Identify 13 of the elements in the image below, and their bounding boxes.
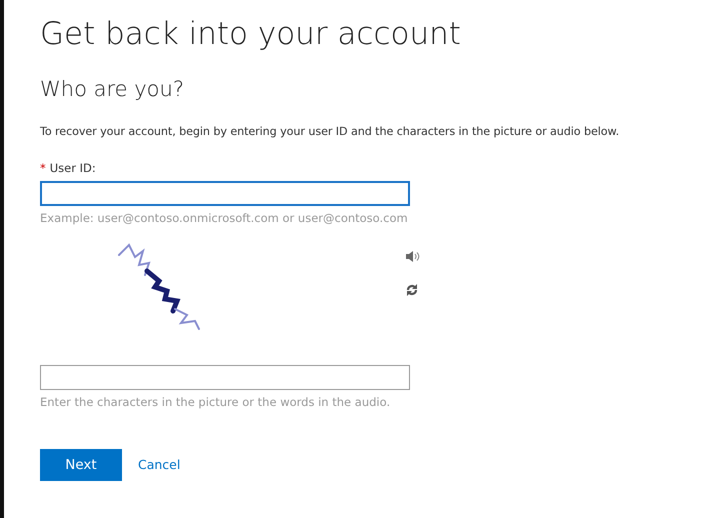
instruction-text: To recover your account, begin by entering your user ID and the characters in the picture or audio below. [40,124,620,140]
required-mark: * [40,161,46,176]
refresh-icon[interactable] [406,284,418,296]
captcha-answer-field[interactable] [40,364,410,390]
cancel-link[interactable]: Cancel [138,456,180,475]
user-id-field[interactable] [40,180,410,206]
field-hint: Enter the characters in the picture or the words in the audio. [40,394,392,411]
field-hint: Example: user@contoso.onmicrosoft.com or user@contoso.com [40,210,409,227]
next-button[interactable]: Next [40,449,122,482]
section-heading: Who are you? [40,76,185,104]
field-label: User ID: [50,161,96,176]
speaker-icon[interactable] [406,250,420,262]
page-title: Get back into your account [40,15,462,54]
